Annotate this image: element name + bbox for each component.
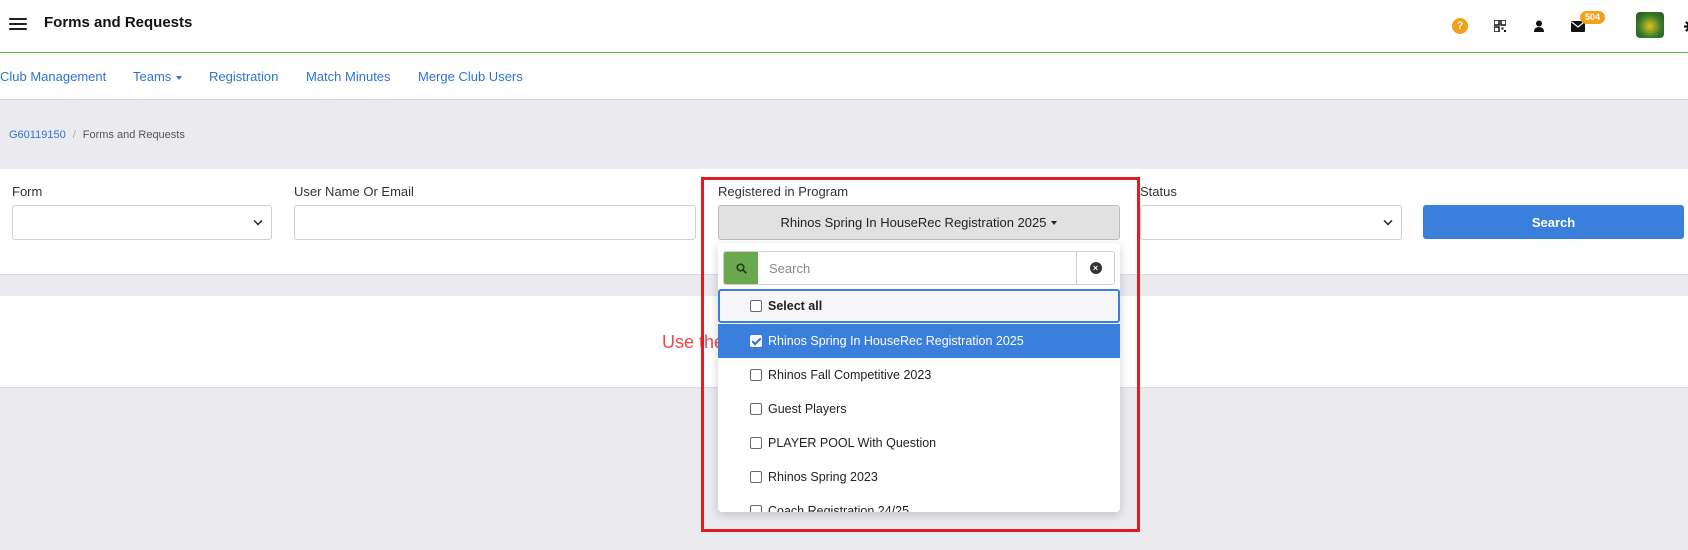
program-option-checkbox[interactable] bbox=[750, 403, 762, 415]
club-logo[interactable] bbox=[1636, 12, 1664, 38]
program-label: Registered in Program bbox=[718, 184, 849, 199]
program-option-label: Rhinos Spring In HouseRec Registration 2… bbox=[768, 334, 1024, 348]
clear-search-button[interactable]: × bbox=[1076, 252, 1114, 284]
qr-code-icon[interactable] bbox=[1486, 12, 1514, 40]
program-selected-value: Rhinos Spring In HouseRec Registration 2… bbox=[780, 215, 1047, 230]
user-name-or-email-input[interactable] bbox=[294, 205, 696, 240]
program-option[interactable]: Rhinos Spring 2023 bbox=[718, 460, 1120, 494]
program-option[interactable]: Rhinos Fall Competitive 2023 bbox=[718, 358, 1120, 392]
mail-count-badge: 504 bbox=[1580, 11, 1606, 24]
form-label: Form bbox=[12, 184, 43, 199]
program-option-checkbox[interactable] bbox=[750, 437, 762, 449]
nav-registration[interactable]: Registration bbox=[209, 69, 278, 84]
select-all-label: Select all bbox=[768, 299, 823, 313]
nav-match-minutes[interactable]: Match Minutes bbox=[306, 69, 391, 84]
select-all-checkbox[interactable] bbox=[750, 300, 762, 312]
help-glyph: ? bbox=[1452, 18, 1468, 34]
breadcrumb-separator: / bbox=[72, 129, 76, 141]
program-option-checkbox[interactable] bbox=[750, 471, 762, 483]
user-icon[interactable] bbox=[1525, 12, 1553, 40]
help-icon[interactable]: ? bbox=[1446, 12, 1474, 40]
page-title: Forms and Requests bbox=[44, 14, 193, 31]
close-icon: × bbox=[1089, 262, 1102, 274]
program-option-label: Rhinos Spring 2023 bbox=[768, 470, 878, 484]
program-option-checkbox[interactable] bbox=[750, 369, 762, 381]
dropdown-search-input[interactable] bbox=[758, 252, 1078, 284]
program-multiselect-button[interactable]: Rhinos Spring In HouseRec Registration 2… bbox=[718, 205, 1120, 240]
chevron-down-icon bbox=[176, 75, 183, 80]
program-option[interactable]: Guest Players bbox=[718, 392, 1120, 426]
menu-icon[interactable] bbox=[9, 18, 27, 30]
top-bar: Forms and Requests ? 504 bbox=[0, 0, 1688, 53]
program-option-label: Rhinos Fall Competitive 2023 bbox=[768, 368, 932, 382]
program-dropdown-menu: × Select all Rhinos Spring In HouseRec R… bbox=[718, 243, 1120, 512]
form-select[interactable] bbox=[12, 205, 272, 240]
nav-club-management[interactable]: Club Management bbox=[0, 69, 106, 84]
program-option-label: Guest Players bbox=[768, 402, 847, 416]
program-option[interactable]: Rhinos Spring In HouseRec Registration 2… bbox=[718, 324, 1120, 358]
nav-teams-label: Teams bbox=[133, 69, 172, 84]
mail-icon[interactable]: 504 bbox=[1564, 11, 1606, 40]
dropdown-search: × bbox=[723, 251, 1115, 285]
breadcrumb-root-link[interactable]: G60119150 bbox=[9, 129, 66, 141]
settings-icon[interactable] bbox=[1676, 12, 1688, 40]
chevron-down-icon bbox=[1383, 216, 1393, 226]
nav-teams[interactable]: Teams bbox=[133, 69, 183, 84]
caret-down-icon bbox=[1051, 220, 1058, 225]
chevron-down-icon bbox=[253, 216, 263, 226]
user-label: User Name Or Email bbox=[294, 184, 414, 199]
search-button[interactable]: Search bbox=[1423, 205, 1684, 239]
program-option-checkbox[interactable] bbox=[750, 505, 762, 512]
program-option-label: Coach Registration 24/25 bbox=[768, 504, 910, 512]
program-option-checkbox[interactable] bbox=[750, 335, 762, 347]
main-nav: Club Management Teams Registration Match… bbox=[0, 54, 1688, 100]
search-icon bbox=[724, 252, 758, 284]
nav-merge-club-users[interactable]: Merge Club Users bbox=[418, 69, 523, 84]
logo-image bbox=[1636, 12, 1664, 38]
results-hint-text: Use the bbox=[662, 332, 722, 352]
breadcrumb: G60119150 / Forms and Requests bbox=[9, 129, 185, 141]
program-option[interactable]: Coach Registration 24/25 bbox=[718, 494, 1120, 512]
select-all-option[interactable]: Select all bbox=[718, 289, 1120, 323]
program-option[interactable]: PLAYER POOL With Question bbox=[718, 426, 1120, 460]
status-select[interactable] bbox=[1140, 205, 1402, 240]
status-label: Status bbox=[1140, 184, 1177, 199]
breadcrumb-current: Forms and Requests bbox=[82, 129, 185, 141]
program-option-label: PLAYER POOL With Question bbox=[768, 436, 937, 450]
